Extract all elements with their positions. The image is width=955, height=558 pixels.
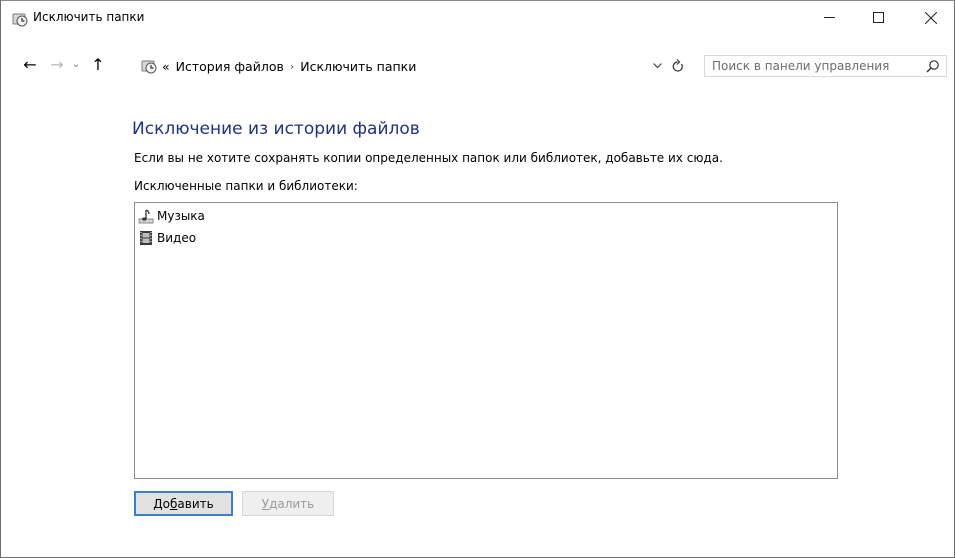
list-item-label: Музыка xyxy=(157,209,205,223)
back-button[interactable]: ← xyxy=(21,54,39,74)
excluded-list-label: Исключенные папки и библиотеки: xyxy=(134,179,358,193)
add-button[interactable]: До б авить xyxy=(134,491,233,516)
file-history-icon xyxy=(12,13,28,27)
navigation-bar: ← → ⌄ ↑ « История файлов › Исключить пап… xyxy=(1,51,954,79)
up-arrow-icon: ↑ xyxy=(91,54,105,74)
breadcrumb-exclude-folders[interactable]: Исключить папки xyxy=(300,59,416,74)
back-arrow-icon: ← xyxy=(23,54,37,74)
breadcrumb-overflow[interactable]: « xyxy=(162,59,170,74)
file-history-exclude-window: Исключить папки ← → ⌄ ↑ « История файлов… xyxy=(0,0,955,558)
add-button-label-end: авить xyxy=(177,496,214,511)
recent-locations-button[interactable]: ⌄ xyxy=(69,55,83,73)
address-bar[interactable]: « История файлов › Исключить папки xyxy=(141,55,695,77)
close-button[interactable] xyxy=(908,1,954,34)
minimize-button[interactable] xyxy=(806,1,852,34)
file-history-icon xyxy=(141,60,157,74)
list-item[interactable]: Музыка xyxy=(138,207,205,225)
excluded-folders-list[interactable]: Музыка Видео xyxy=(134,202,838,479)
remove-button-label-end: далить xyxy=(269,496,315,511)
refresh-icon xyxy=(672,59,683,72)
remove-button[interactable]: Удалить xyxy=(242,491,334,516)
maximize-button[interactable] xyxy=(855,1,901,34)
address-dropdown-button[interactable] xyxy=(649,57,665,75)
maximize-icon xyxy=(872,12,884,23)
search-box[interactable] xyxy=(704,55,947,77)
list-item[interactable]: Видео xyxy=(138,229,196,247)
close-icon xyxy=(925,11,937,24)
refresh-button[interactable] xyxy=(667,55,687,77)
chevron-down-icon: ⌄ xyxy=(71,58,81,70)
breadcrumb-separator[interactable]: › xyxy=(290,60,294,73)
add-button-label-start: До xyxy=(153,496,170,511)
forward-button[interactable]: → xyxy=(48,54,66,74)
breadcrumb-file-history[interactable]: История файлов xyxy=(176,59,284,74)
add-button-accelerator: б xyxy=(170,496,178,511)
search-icon[interactable] xyxy=(926,59,940,73)
title-bar: Исключить папки xyxy=(1,1,954,34)
description-text: Если вы не хотите сохранять копии опреде… xyxy=(134,151,723,165)
video-library-icon xyxy=(140,231,152,245)
remove-button-accelerator: У xyxy=(261,496,270,511)
window-title: Исключить папки xyxy=(33,10,145,24)
minimize-icon xyxy=(823,17,835,18)
up-button[interactable]: ↑ xyxy=(89,54,107,74)
page-heading: Исключение из истории файлов xyxy=(132,119,420,139)
list-item-label: Видео xyxy=(157,231,197,245)
forward-arrow-icon: → xyxy=(50,54,64,74)
search-input[interactable] xyxy=(712,59,917,73)
chevron-down-icon xyxy=(652,63,662,69)
music-library-icon xyxy=(138,209,154,224)
